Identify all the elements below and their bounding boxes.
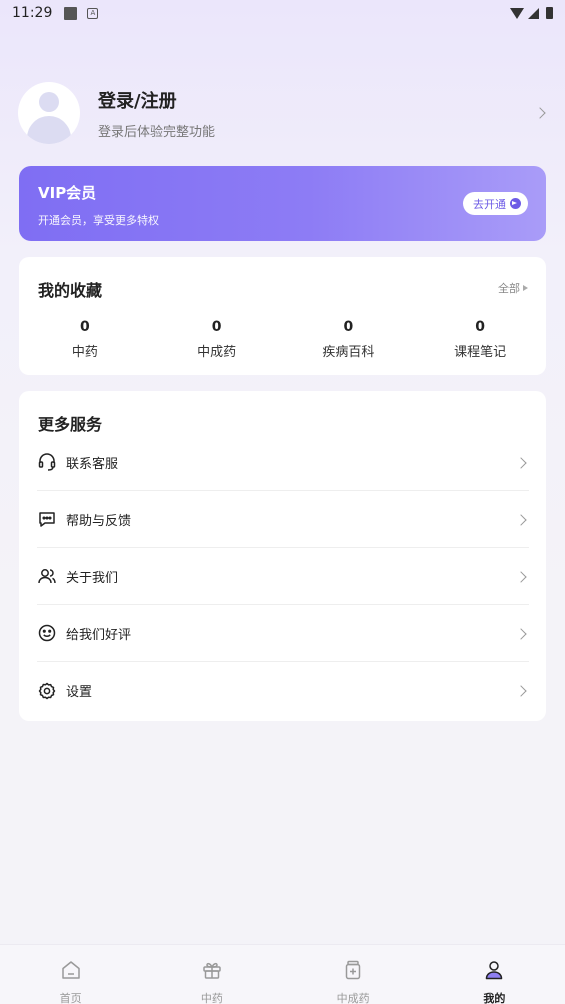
status-time: 11:29 [12,5,53,21]
chevron-right-icon [515,685,527,697]
arrow-circle-icon [510,198,521,209]
favorite-item-patent-medicine[interactable]: 0 中成药 [151,319,283,360]
caret-right-icon [523,285,528,291]
tab-mine[interactable]: 我的 [424,945,565,1004]
favorite-item-herbs[interactable]: 0 中药 [19,319,151,360]
headset-icon [37,452,57,472]
avatar [18,82,80,144]
tab-herbs[interactable]: 中药 [141,945,282,1004]
favorites-card: 我的收藏 全部 0 中药 0 中成药 0 疾病百科 0 课程笔记 [19,257,546,375]
login-title: 登录/注册 [98,90,177,112]
users-icon [37,566,57,586]
service-label: 关于我们 [66,570,119,586]
tab-patent-medicine[interactable]: 中成药 [283,945,424,1004]
service-rate-us[interactable]: 给我们好评 [37,605,529,662]
keyboard-notification-icon: A [87,7,99,19]
user-icon [483,959,505,985]
gear-icon [37,681,57,701]
favorite-count: 0 [475,319,485,335]
favorite-label: 课程笔记 [454,345,507,360]
favorite-item-course-notes[interactable]: 0 课程笔记 [414,319,546,360]
more-services-card: 更多服务 联系客服 帮助与反馈 关于我们 给我们好评 设置 [19,391,546,721]
status-bar: 11:29 A [0,0,565,26]
tab-home[interactable]: 首页 [0,945,141,1004]
service-label: 联系客服 [66,456,119,472]
signal-icon [528,7,539,19]
service-help-feedback[interactable]: 帮助与反馈 [37,491,529,548]
chevron-right-icon [515,457,527,469]
vip-title: VIP会员 [38,184,97,202]
wifi-icon [510,7,524,19]
tab-label: 首页 [59,992,82,1004]
chevron-right-icon [515,628,527,640]
tab-label: 中药 [200,992,223,1004]
favorite-label: 中药 [71,345,98,360]
tab-label: 我的 [483,992,506,1004]
vip-banner[interactable]: VIP会员 开通会员，享受更多特权 去开通 [19,166,546,241]
tab-label: 中成药 [336,992,370,1004]
vip-subtitle: 开通会员，享受更多特权 [38,214,159,227]
notification-icon [64,6,78,20]
services-title: 更多服务 [38,415,103,434]
chevron-right-icon [515,514,527,526]
medicine-bottle-icon [342,959,364,985]
favorite-label: 疾病百科 [322,345,375,360]
favorite-count: 0 [211,319,222,335]
favorite-label: 中成药 [197,345,237,360]
vip-open-label: 去开通 [473,197,506,211]
service-about-us[interactable]: 关于我们 [37,548,529,605]
smiley-icon [37,623,57,643]
battery-icon [546,7,553,19]
service-settings[interactable]: 设置 [37,662,529,719]
favorite-count: 0 [343,319,354,335]
bottom-tab-bar: 首页 中药 中成药 我的 [0,944,565,1004]
chevron-right-icon [515,571,527,583]
favorite-item-disease-encyclopedia[interactable]: 0 疾病百科 [283,319,415,360]
all-label: 全部 [498,282,520,295]
vip-open-button[interactable]: 去开通 [463,192,528,215]
chevron-right-icon [534,107,546,119]
gift-box-icon [201,959,223,985]
service-label: 设置 [66,685,93,700]
home-icon [60,959,82,985]
favorites-title: 我的收藏 [38,281,103,300]
favorite-count: 0 [80,319,90,335]
login-subtitle: 登录后体验完整功能 [98,124,216,140]
service-label: 给我们好评 [66,627,132,643]
login-profile-row[interactable]: 登录/注册 登录后体验完整功能 [18,82,548,144]
service-contact-support[interactable]: 联系客服 [37,434,529,491]
service-label: 帮助与反馈 [66,513,132,529]
chat-bubble-icon [37,509,57,529]
favorites-all-link[interactable]: 全部 [498,280,528,296]
